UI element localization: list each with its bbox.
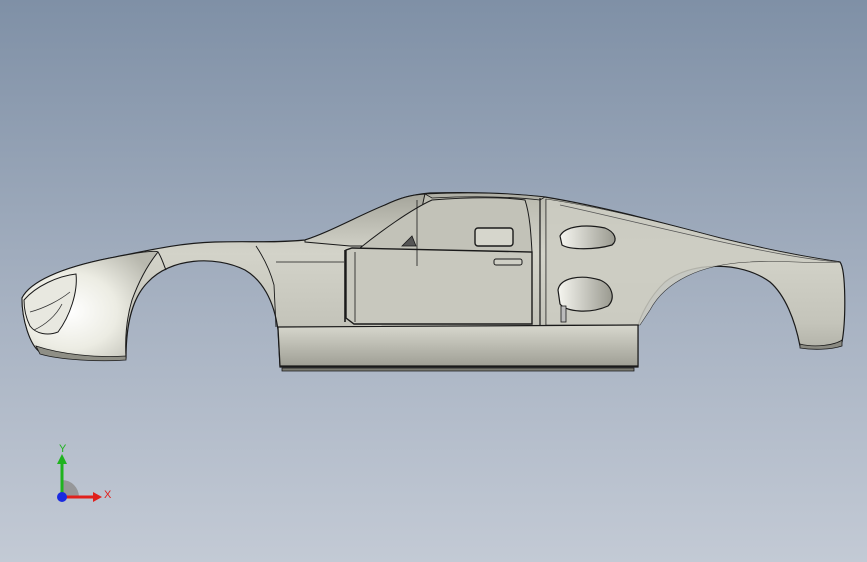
x-axis-label: X (104, 489, 112, 501)
fuel-cap-detail (560, 305, 567, 323)
sill-underside (281, 367, 635, 372)
side-sill[interactable] (277, 324, 639, 367)
coordinate-triad: Y X (57, 443, 112, 502)
y-arrowhead-icon (57, 454, 67, 464)
graphics-viewport[interactable]: Y X (0, 0, 867, 562)
y-axis-label: Y (59, 443, 67, 455)
quarter-window[interactable] (474, 227, 514, 247)
car-body-model[interactable] (0, 0, 867, 562)
upper-air-vent[interactable] (559, 225, 616, 250)
door-handle[interactable] (493, 258, 523, 266)
x-arrowhead-icon (93, 492, 102, 502)
z-axis-icon (57, 492, 67, 502)
